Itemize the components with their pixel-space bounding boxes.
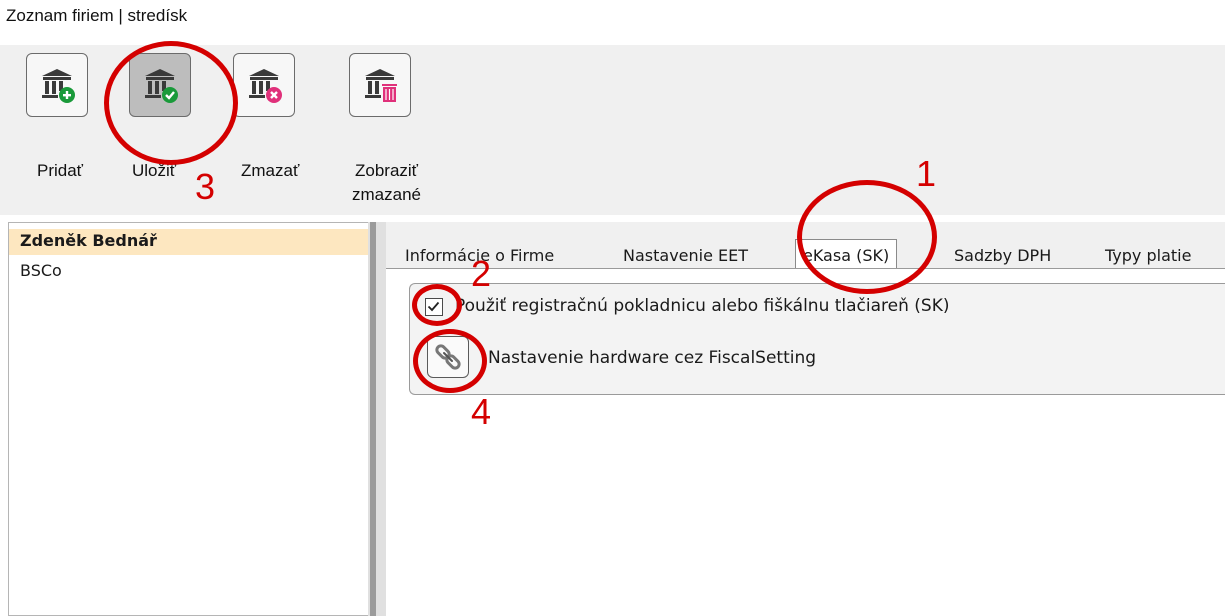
company-list[interactable]: Zdeněk Bednář BSCo: [8, 222, 368, 616]
add-button-label: Pridať: [37, 161, 84, 180]
annotation-number-3: 3: [195, 166, 216, 207]
annotation-circle-4: [413, 329, 487, 393]
annotation-number-4: 4: [471, 391, 492, 432]
bank-add-icon: [42, 69, 75, 103]
bank-trash-icon: [365, 69, 397, 102]
delete-button-label: Zmazať: [241, 161, 300, 180]
use-register-label: Použiť registračnú pokladnicu alebo fišk…: [455, 296, 950, 316]
bank-delete-icon: [249, 69, 282, 103]
show-deleted-label-line2: zmazané: [352, 185, 421, 204]
annotation-number-1: 1: [916, 153, 937, 194]
annotation-number-2: 2: [471, 253, 492, 294]
panel-splitter[interactable]: [368, 222, 386, 616]
annotation-circle-1: [797, 180, 937, 294]
tab-eet-settings[interactable]: Nastavenie EET: [623, 242, 748, 270]
show-deleted-button[interactable]: [349, 53, 411, 117]
list-item[interactable]: BSCo: [9, 259, 368, 285]
show-deleted-label-line1: Zobraziť: [355, 161, 419, 180]
delete-button[interactable]: [233, 53, 295, 117]
add-company-button[interactable]: [26, 53, 88, 117]
tab-vat-rates[interactable]: Sadzby DPH: [954, 242, 1051, 270]
tab-payment-types[interactable]: Typy platie: [1105, 242, 1191, 270]
list-item[interactable]: Zdeněk Bednář: [9, 229, 368, 255]
annotation-circle-2: [412, 284, 462, 326]
annotation-circle-3: [104, 41, 238, 165]
hardware-setting-label: Nastavenie hardware cez FiscalSetting: [488, 348, 817, 368]
window-title: Zoznam firiem | stredísk: [6, 6, 188, 25]
